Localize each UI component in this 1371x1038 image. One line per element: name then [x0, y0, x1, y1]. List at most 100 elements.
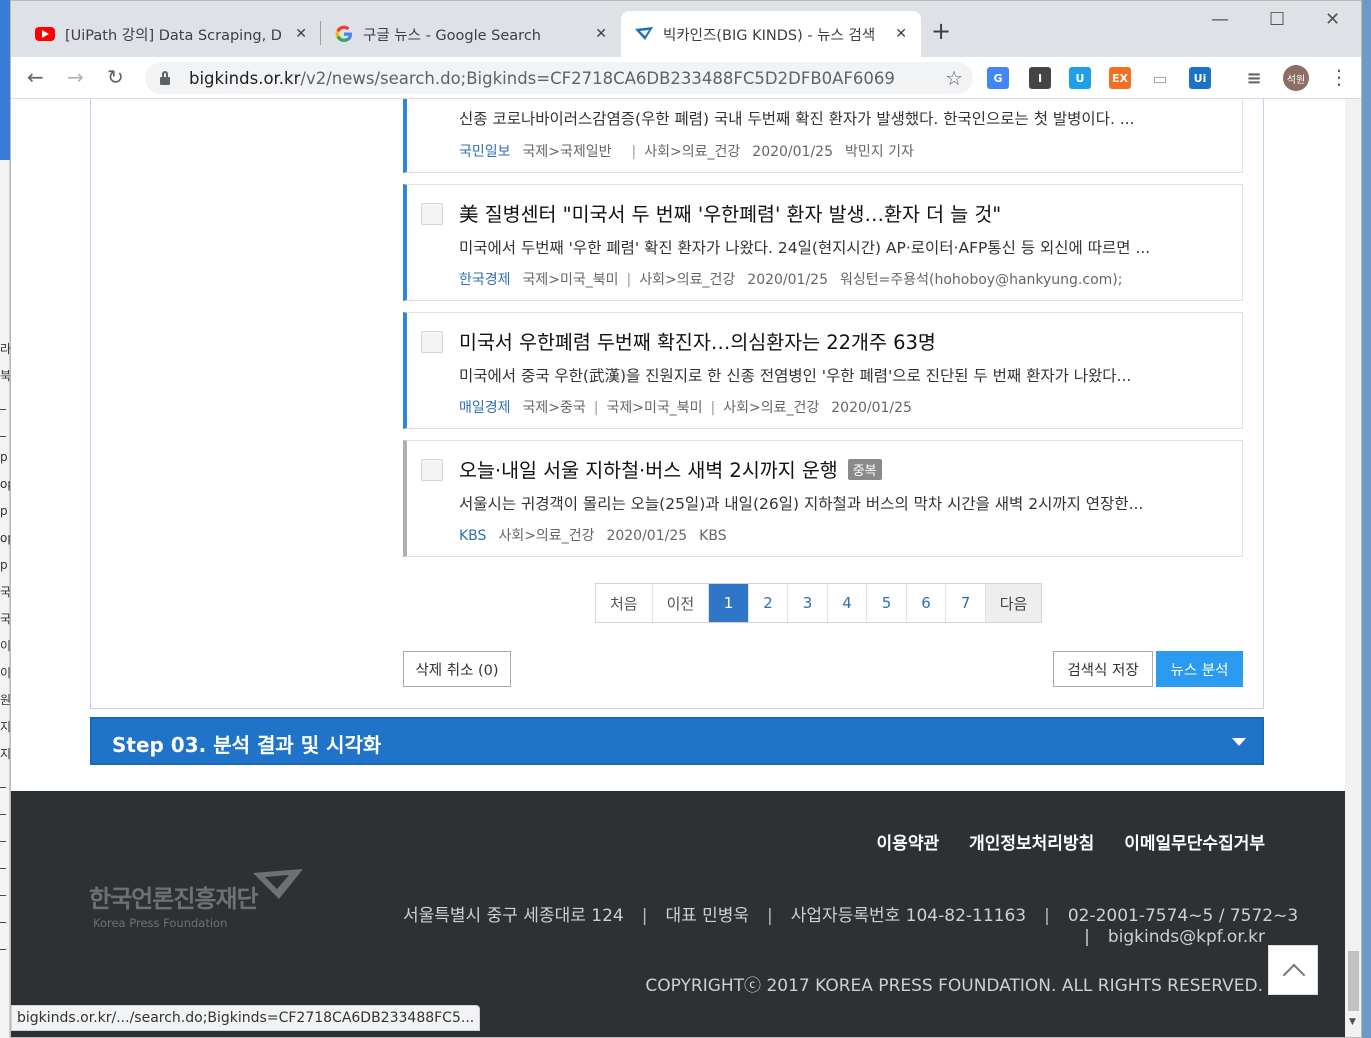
desktop-window-edge [0, 0, 10, 160]
scroll-to-top-button[interactable] [1268, 945, 1318, 995]
address-bar[interactable]: bigkinds.or.kr/v2/news/search.do;Bigkind… [145, 62, 973, 94]
page-number-button[interactable]: 3 [788, 584, 828, 622]
desktop-text-fragment: p [0, 504, 8, 518]
scroll-down-arrow-icon[interactable]: ▼ [1349, 1017, 1356, 1027]
category: 국제>미국_북미 [606, 400, 703, 416]
close-window-button[interactable]: ✕ [1325, 9, 1340, 30]
byline: 워싱턴=주용석(hohoboy@hankyung.com); [839, 272, 1123, 288]
url-path: /v2/news/search.do;Bigkinds=CF2718CA6DB2… [300, 68, 895, 88]
news-analysis-button[interactable]: 뉴스 분석 [1156, 651, 1243, 687]
news-card: 美 질병센터 "미국서 두 번째 '우한폐렴' 환자 발생…환자 더 늘 것" … [403, 184, 1243, 301]
minimize-button[interactable]: — [1211, 9, 1229, 30]
instapaper-icon[interactable]: I [1029, 67, 1051, 89]
date: 2020/01/25 [831, 400, 912, 416]
browser-window: [UiPath 강의] Data Scraping, Da ✕ 구글 뉴스 - … [10, 0, 1362, 1038]
desktop-text-fragment: 지 [0, 720, 10, 734]
desktop-text-fragment: _ [0, 882, 6, 896]
article-checkbox[interactable] [421, 459, 443, 481]
footer-address-line: 서울특별시 중구 세종대로 124 | 대표 민병욱 | 사업자등록번호 104-82-… [403, 906, 1299, 926]
footer-link-email-policy[interactable]: 이메일무단수집거부 [1124, 829, 1265, 854]
news-card: 미국서 우한폐렴 두번째 확진자…의심환자는 22개주 63명 미국에서 중국 … [403, 312, 1243, 429]
new-tab-button[interactable]: + [931, 19, 951, 43]
tab-title: [UiPath 강의] Data Scraping, Da [65, 27, 281, 44]
article-checkbox[interactable] [421, 203, 443, 225]
footer-copyright: COPYRIGHTⓒ 2017 KOREA PRESS FOUNDATION. … [645, 976, 1263, 996]
tab-uipath[interactable]: [UiPath 강의] Data Scraping, Da ✕ [21, 11, 321, 57]
desktop-text-fragment: op [0, 477, 10, 491]
page-number-button[interactable]: 1 [709, 584, 749, 622]
undo-delete-button[interactable]: 삭제 취소 (0) [403, 651, 511, 687]
youtube-icon [35, 27, 55, 41]
desktop-text-fragment: 북 [0, 369, 10, 383]
window-ext-icon[interactable]: ▭ [1149, 67, 1171, 89]
date: 2020/01/25 [747, 272, 828, 288]
news-summary[interactable]: 신종 코로나바이러스감염증(우한 폐렴) 국내 두번째 확진 환자가 발생했다.… [459, 107, 1229, 129]
kpf-logo-mark-icon [253, 869, 303, 899]
back-button[interactable]: ← [27, 65, 44, 89]
news-summary[interactable]: 미국에서 중국 우한(武漢)을 진원지로 한 신종 전염병인 '우한 폐렴'으로… [459, 364, 1229, 386]
desktop-text-fragment: _ [0, 828, 6, 842]
footer-link-privacy[interactable]: 개인정보처리방침 [969, 829, 1094, 854]
date: 2020/01/25 [752, 144, 833, 160]
press-name[interactable]: 한국경제 [459, 272, 511, 288]
url-host: bigkinds.or.kr [189, 68, 301, 88]
desktop-text-fragment: 이 [0, 666, 10, 680]
press-name[interactable]: 매일경제 [459, 400, 511, 416]
news-headline[interactable]: 美 질병센터 "미국서 두 번째 '우한폐렴' 환자 발생…환자 더 늘 것" [459, 198, 1001, 227]
bookmark-star-icon[interactable]: ☆ [945, 66, 963, 90]
news-meta: KBS 사회>의료_건강 2020/01/25 KBS [459, 525, 727, 545]
news-headline-text[interactable]: 오늘·내일 서울 지하철·버스 새벽 2시까지 운행 [459, 459, 838, 482]
desktop-text-fragment: op [0, 531, 10, 545]
pagination: 처음 이전 1 2 3 4 5 6 7 다음 [595, 583, 1043, 623]
google-icon [335, 25, 352, 42]
footer-link-terms[interactable]: 이용약관 [877, 829, 940, 854]
news-summary[interactable]: 미국에서 두번째 '우한 폐렴' 확진 환자가 나왔다. 24일(현지시간) A… [459, 236, 1229, 258]
tab-bigkinds[interactable]: 빅카인즈(BIG KINDS) - 뉴스 검색 ✕ [621, 11, 921, 57]
tab-strip: [UiPath 강의] Data Scraping, Da ✕ 구글 뉴스 - … [11, 1, 1361, 57]
duplicate-badge: 중복 [847, 459, 882, 480]
maximize-button[interactable]: ☐ [1269, 9, 1285, 30]
save-query-button[interactable]: 검색식 저장 [1053, 651, 1153, 687]
scrollbar-thumb[interactable] [1348, 951, 1359, 1011]
tab-google-search[interactable]: 구글 뉴스 - Google Search ✕ [321, 11, 621, 57]
article-checkbox[interactable] [421, 331, 443, 353]
profile-avatar[interactable]: 석원 [1283, 65, 1309, 91]
desktop-text-fragment: 이 [0, 639, 10, 653]
page-number-button[interactable]: 7 [946, 584, 986, 622]
desktop-text-fragment: 국 [0, 585, 10, 599]
desktop-text-fragment: 원 [0, 693, 10, 707]
playlist-icon[interactable]: ≡ [1243, 67, 1265, 89]
news-headline[interactable]: 오늘·내일 서울 지하철·버스 새벽 2시까지 운행 중복 [459, 454, 882, 483]
press-name[interactable]: KBS [459, 528, 486, 544]
desktop-text-fragment: p [0, 450, 8, 464]
desktop-text-fragment: _ [0, 774, 6, 788]
google-translate-icon[interactable]: G [987, 67, 1009, 89]
close-icon[interactable]: ✕ [595, 26, 607, 42]
footer-email: | bigkinds@kpf.or.kr [1084, 927, 1265, 947]
page-scrollbar[interactable]: ▼ [1345, 99, 1361, 1037]
news-headline[interactable]: 미국서 우한폐렴 두번째 확진자…의심환자는 22개주 63명 [459, 326, 936, 355]
kpf-logo: 한국언론진흥재단 Korea Press Foundation [89, 869, 303, 930]
page-next-button[interactable]: 다음 [985, 584, 1042, 622]
page-prev-button[interactable]: 이전 [653, 584, 710, 622]
page-number-button[interactable]: 4 [828, 584, 868, 622]
news-summary[interactable]: 서울시는 귀경객이 몰리는 오늘(25일)과 내일(26일) 지하철과 버스의 … [459, 492, 1229, 514]
uipath-ext-icon[interactable]: Ui [1189, 67, 1211, 89]
page-number-button[interactable]: 2 [749, 584, 789, 622]
page-number-button[interactable]: 6 [907, 584, 947, 622]
page-first-button[interactable]: 처음 [596, 584, 653, 622]
shield-ext-icon[interactable]: U [1069, 67, 1091, 89]
desktop-text-fragment: p [0, 558, 8, 572]
press-name[interactable]: 국민일보 [459, 144, 511, 160]
reload-button[interactable]: ↻ [107, 65, 124, 89]
ex-ext-icon[interactable]: EX [1109, 67, 1131, 89]
page-number-button[interactable]: 5 [867, 584, 907, 622]
byline: KBS [699, 528, 727, 544]
close-icon[interactable]: ✕ [895, 26, 907, 42]
category: 사회>의료_건강 [498, 528, 595, 544]
close-icon[interactable]: ✕ [295, 26, 307, 42]
byline: 박민지 기자 [844, 144, 914, 160]
forward-button[interactable]: → [67, 65, 84, 89]
step3-accordion[interactable]: Step 03. 분석 결과 및 시각화 [90, 717, 1264, 765]
menu-dots-icon[interactable]: ⋮ [1329, 65, 1349, 89]
